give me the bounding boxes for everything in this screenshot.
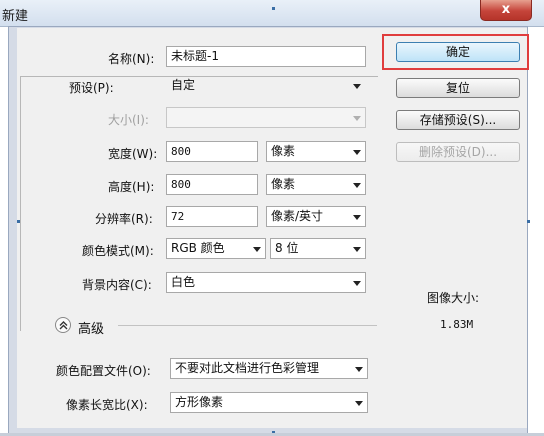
chevron-down-icon xyxy=(353,116,361,121)
height-input[interactable]: 800 xyxy=(166,174,258,195)
background-select[interactable]: 白色 xyxy=(166,272,366,293)
name-label: 名称(N): xyxy=(108,52,155,66)
double-chevron-up-icon xyxy=(59,321,68,330)
color-profile-value: 不要对此文档进行色彩管理 xyxy=(175,361,320,375)
background-value: 白色 xyxy=(171,275,196,289)
width-unit-value: 像素 xyxy=(271,144,296,158)
pixel-aspect-value: 方形像素 xyxy=(175,395,224,409)
size-select xyxy=(166,107,366,128)
resolution-input[interactable]: 72 xyxy=(166,206,258,227)
advanced-toggle-button[interactable] xyxy=(55,317,71,333)
selection-handle xyxy=(527,220,530,223)
width-input[interactable]: 800 xyxy=(166,141,258,162)
image-size-value: 1.83M xyxy=(440,318,474,331)
resolution-label: 分辨率(R): xyxy=(95,212,153,226)
chevron-down-icon xyxy=(353,281,361,286)
chevron-down-icon xyxy=(355,401,363,406)
chevron-down-icon xyxy=(353,215,361,220)
save-preset-button[interactable]: 存储预设(S)... xyxy=(396,110,520,130)
chevron-down-icon xyxy=(353,150,361,155)
advanced-divider xyxy=(118,325,377,326)
delete-preset-button: 删除预设(D)... xyxy=(396,142,520,162)
background-label: 背景内容(C): xyxy=(82,278,152,292)
ok-button[interactable]: 确定 xyxy=(396,42,520,62)
chevron-down-icon xyxy=(253,247,261,252)
name-input[interactable]: 未标题-1 xyxy=(166,46,366,67)
selection-handle xyxy=(17,220,20,223)
height-label: 高度(H): xyxy=(108,180,155,194)
preset-select[interactable]: 自定 xyxy=(166,75,366,96)
image-size-label: 图像大小: xyxy=(427,291,480,305)
chevron-down-icon xyxy=(355,367,363,372)
resolution-unit-select[interactable]: 像素/英寸 xyxy=(266,206,366,227)
color-mode-select[interactable]: RGB 颜色 xyxy=(166,238,266,259)
bit-depth-value: 8 位 xyxy=(275,241,299,255)
width-label: 宽度(W): xyxy=(108,147,158,161)
advanced-label: 高级 xyxy=(78,322,105,337)
preset-value: 自定 xyxy=(171,78,196,92)
color-profile-select[interactable]: 不要对此文档进行色彩管理 xyxy=(170,358,368,379)
pixel-aspect-label: 像素长宽比(X): xyxy=(66,398,148,412)
close-button[interactable]: x xyxy=(480,0,532,21)
color-profile-label: 颜色配置文件(O): xyxy=(56,364,151,378)
chevron-down-icon xyxy=(353,247,361,252)
preset-label: 预设(P): xyxy=(66,79,117,96)
color-mode-label: 颜色模式(M): xyxy=(82,244,154,258)
resolution-unit-value: 像素/英寸 xyxy=(271,209,324,223)
size-label: 大小(I): xyxy=(108,113,149,127)
height-unit-value: 像素 xyxy=(271,177,296,191)
bit-depth-select[interactable]: 8 位 xyxy=(270,238,366,259)
pixel-aspect-select[interactable]: 方形像素 xyxy=(170,392,368,413)
chevron-down-icon xyxy=(353,84,361,89)
width-unit-select[interactable]: 像素 xyxy=(266,141,366,162)
chevron-down-icon xyxy=(353,183,361,188)
dialog-title: 新建 xyxy=(2,9,29,24)
title-bar: 新建 x xyxy=(0,0,544,27)
selection-handle xyxy=(272,7,275,10)
color-mode-value: RGB 颜色 xyxy=(171,241,225,255)
height-unit-select[interactable]: 像素 xyxy=(266,174,366,195)
reset-button[interactable]: 复位 xyxy=(396,78,520,98)
